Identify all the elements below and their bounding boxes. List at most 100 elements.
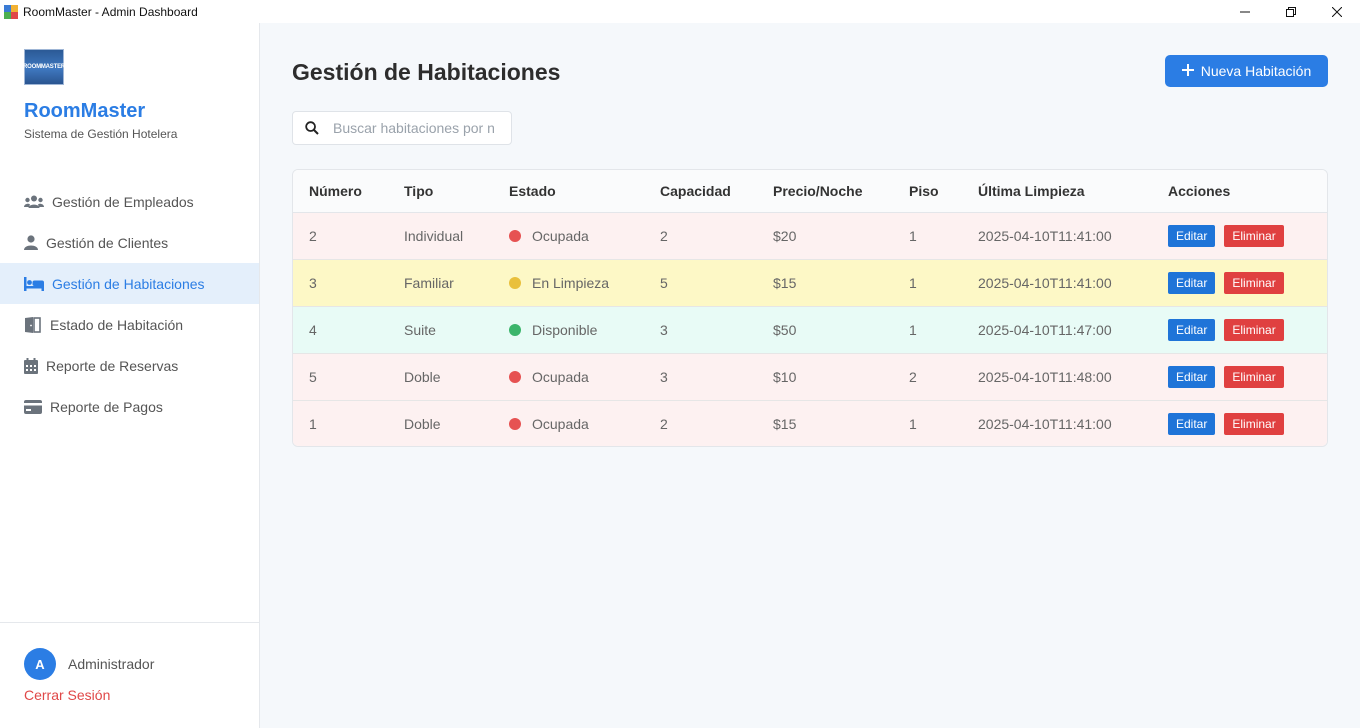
- brand-subtitle: Sistema de Gestión Hotelera: [24, 127, 178, 141]
- column-header: Piso: [909, 170, 978, 213]
- row-actions: Editar Eliminar: [1168, 306, 1327, 354]
- bed-icon: [24, 276, 44, 292]
- room-number: 3: [309, 274, 317, 291]
- maximize-button[interactable]: [1268, 0, 1314, 23]
- room-last-cleaning-cell: 2025-04-10T11:41:00: [978, 400, 1168, 446]
- search-input[interactable]: [333, 120, 501, 136]
- room-capacity: 3: [660, 321, 668, 338]
- room-type: Suite: [404, 321, 436, 338]
- edit-button[interactable]: Editar: [1168, 412, 1216, 435]
- sidebar-item-reservas[interactable]: Reporte de Reservas: [0, 345, 259, 386]
- room-floor: 1: [909, 227, 917, 244]
- room-capacity-cell: 2: [660, 212, 773, 260]
- room-floor: 1: [909, 274, 917, 291]
- status-dot-icon: [509, 276, 521, 289]
- room-floor: 1: [909, 415, 917, 432]
- sidebar-item-label: Reporte de Pagos: [50, 398, 163, 415]
- room-status: En Limpieza: [532, 274, 610, 291]
- row-actions: Editar Eliminar: [1168, 353, 1327, 401]
- room-price: $15: [773, 274, 797, 291]
- edit-button[interactable]: Editar: [1168, 224, 1216, 247]
- room-type: Individual: [404, 227, 464, 244]
- delete-button[interactable]: Eliminar: [1224, 224, 1284, 247]
- plus-icon: [1181, 60, 1194, 80]
- edit-button[interactable]: Editar: [1168, 271, 1216, 294]
- logo-text: ROOMMASTER: [23, 64, 65, 70]
- room-status-cell: En Limpieza: [509, 259, 660, 307]
- row-actions: Editar Eliminar: [1168, 212, 1327, 260]
- edit-button[interactable]: Editar: [1168, 365, 1216, 388]
- room-status: Ocupada: [532, 368, 589, 385]
- new-room-label: Nueva Habitación: [1200, 63, 1312, 79]
- room-floor-cell: 1: [909, 400, 978, 446]
- status-dot-icon: [509, 229, 521, 242]
- column-header: Tipo: [404, 170, 509, 213]
- column-header: Última Limpieza: [978, 170, 1168, 213]
- sidebar-item-empleados[interactable]: Gestión de Empleados: [0, 181, 259, 222]
- room-price-cell: $20: [773, 212, 909, 260]
- edit-button[interactable]: Editar: [1168, 318, 1216, 341]
- room-price-cell: $10: [773, 353, 909, 401]
- room-number-cell: 5: [293, 353, 404, 401]
- sidebar-item-label: Gestión de Clientes: [46, 234, 169, 251]
- window-title: RoomMaster - Admin Dashboard: [23, 4, 198, 19]
- sidebar-item-pagos[interactable]: Reporte de Pagos: [0, 386, 259, 427]
- rooms-table: Número Tipo Estado Capacidad Precio/Noch…: [292, 169, 1328, 447]
- room-last-cleaning-cell: 2025-04-10T11:41:00: [978, 259, 1168, 307]
- room-number-cell: 4: [293, 306, 404, 354]
- new-room-button[interactable]: Nueva Habitación: [1165, 55, 1328, 87]
- room-floor: 1: [909, 321, 917, 338]
- sidebar-item-label: Reporte de Reservas: [46, 357, 179, 374]
- table-row: 4 Suite Disponible 3 $50 1 2025-04-10T11:47:00…: [293, 306, 1327, 354]
- close-button[interactable]: [1314, 0, 1360, 23]
- room-floor-cell: 1: [909, 306, 978, 354]
- minimize-button[interactable]: [1222, 0, 1268, 23]
- sidebar-item-estado[interactable]: Estado de Habitación: [0, 304, 259, 345]
- room-type-cell: Individual: [404, 212, 509, 260]
- column-header: Número: [293, 170, 404, 213]
- room-type-cell: Doble: [404, 400, 509, 446]
- room-floor: 2: [909, 368, 917, 385]
- room-status: Ocupada: [532, 415, 589, 432]
- room-status-cell: Ocupada: [509, 212, 660, 260]
- room-floor-cell: 1: [909, 212, 978, 260]
- room-price: $15: [773, 415, 797, 432]
- sidebar-item-label: Estado de Habitación: [50, 316, 184, 333]
- table-row: 1 Doble Ocupada 2 $15 1 2025-04-10T11:41:00 Edi…: [293, 400, 1327, 446]
- search-icon: [305, 121, 319, 135]
- room-type: Familiar: [404, 274, 454, 291]
- room-capacity: 3: [660, 368, 668, 385]
- sidebar-item-label: Gestión de Habitaciones: [52, 275, 205, 292]
- room-capacity-cell: 3: [660, 306, 773, 354]
- room-floor-cell: 2: [909, 353, 978, 401]
- room-type-cell: Suite: [404, 306, 509, 354]
- minimize-icon: [1240, 11, 1250, 12]
- delete-button[interactable]: Eliminar: [1224, 412, 1284, 435]
- delete-button[interactable]: Eliminar: [1224, 318, 1284, 341]
- sidebar-item-habitaciones[interactable]: Gestión de Habitaciones: [0, 263, 259, 304]
- brand-name: RoomMaster: [24, 100, 146, 122]
- room-number: 2: [309, 227, 317, 244]
- room-type-cell: Familiar: [404, 259, 509, 307]
- room-status: Disponible: [532, 321, 598, 338]
- sidebar-item-clientes[interactable]: Gestión de Clientes: [0, 222, 259, 263]
- delete-button[interactable]: Eliminar: [1224, 365, 1284, 388]
- room-number-cell: 1: [293, 400, 404, 446]
- users-icon: [24, 194, 44, 210]
- room-last-cleaning: 2025-04-10T11:41:00: [978, 274, 1112, 291]
- room-last-cleaning: 2025-04-10T11:47:00: [978, 321, 1112, 338]
- room-number-cell: 2: [293, 212, 404, 260]
- sidebar-nav: Gestión de Empleados Gestión de Clientes…: [0, 181, 259, 427]
- room-type-cell: Doble: [404, 353, 509, 401]
- calendar-icon: [24, 357, 38, 374]
- room-last-cleaning-cell: 2025-04-10T11:48:00: [978, 353, 1168, 401]
- room-capacity-cell: 3: [660, 353, 773, 401]
- logout-link[interactable]: Cerrar Sesión: [24, 687, 110, 703]
- room-capacity-cell: 2: [660, 400, 773, 446]
- room-floor-cell: 1: [909, 259, 978, 307]
- table-header: Número Tipo Estado Capacidad Precio/Noch…: [293, 170, 1327, 213]
- delete-button[interactable]: Eliminar: [1224, 271, 1284, 294]
- user-name: Administrador: [68, 656, 155, 672]
- status-dot-icon: [509, 323, 521, 336]
- restore-icon: [1286, 6, 1296, 17]
